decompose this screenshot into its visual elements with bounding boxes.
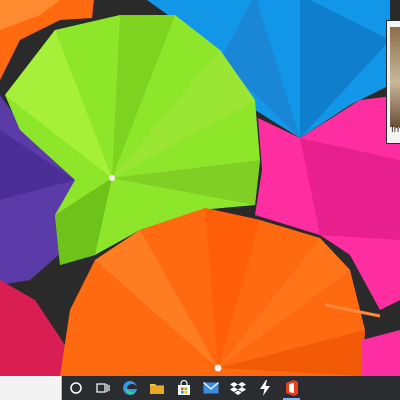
desktop-wallpaper xyxy=(0,0,400,376)
cortana-icon[interactable] xyxy=(62,376,89,400)
office-icon[interactable] xyxy=(278,376,305,400)
umbrellas-image xyxy=(0,0,400,376)
store-icon[interactable] xyxy=(170,376,197,400)
search-box[interactable] xyxy=(0,376,62,400)
edge-icon[interactable] xyxy=(116,376,143,400)
lightning-app-icon[interactable] xyxy=(251,376,278,400)
photo-preview-thumbnail xyxy=(390,27,400,127)
preview-label: Im xyxy=(391,125,400,135)
file-explorer-icon[interactable] xyxy=(143,376,170,400)
task-view-icon[interactable] xyxy=(89,376,116,400)
taskbar xyxy=(0,376,400,400)
mail-icon[interactable] xyxy=(197,376,224,400)
dropbox-icon[interactable] xyxy=(224,376,251,400)
preview-window[interactable]: Im xyxy=(386,20,400,144)
